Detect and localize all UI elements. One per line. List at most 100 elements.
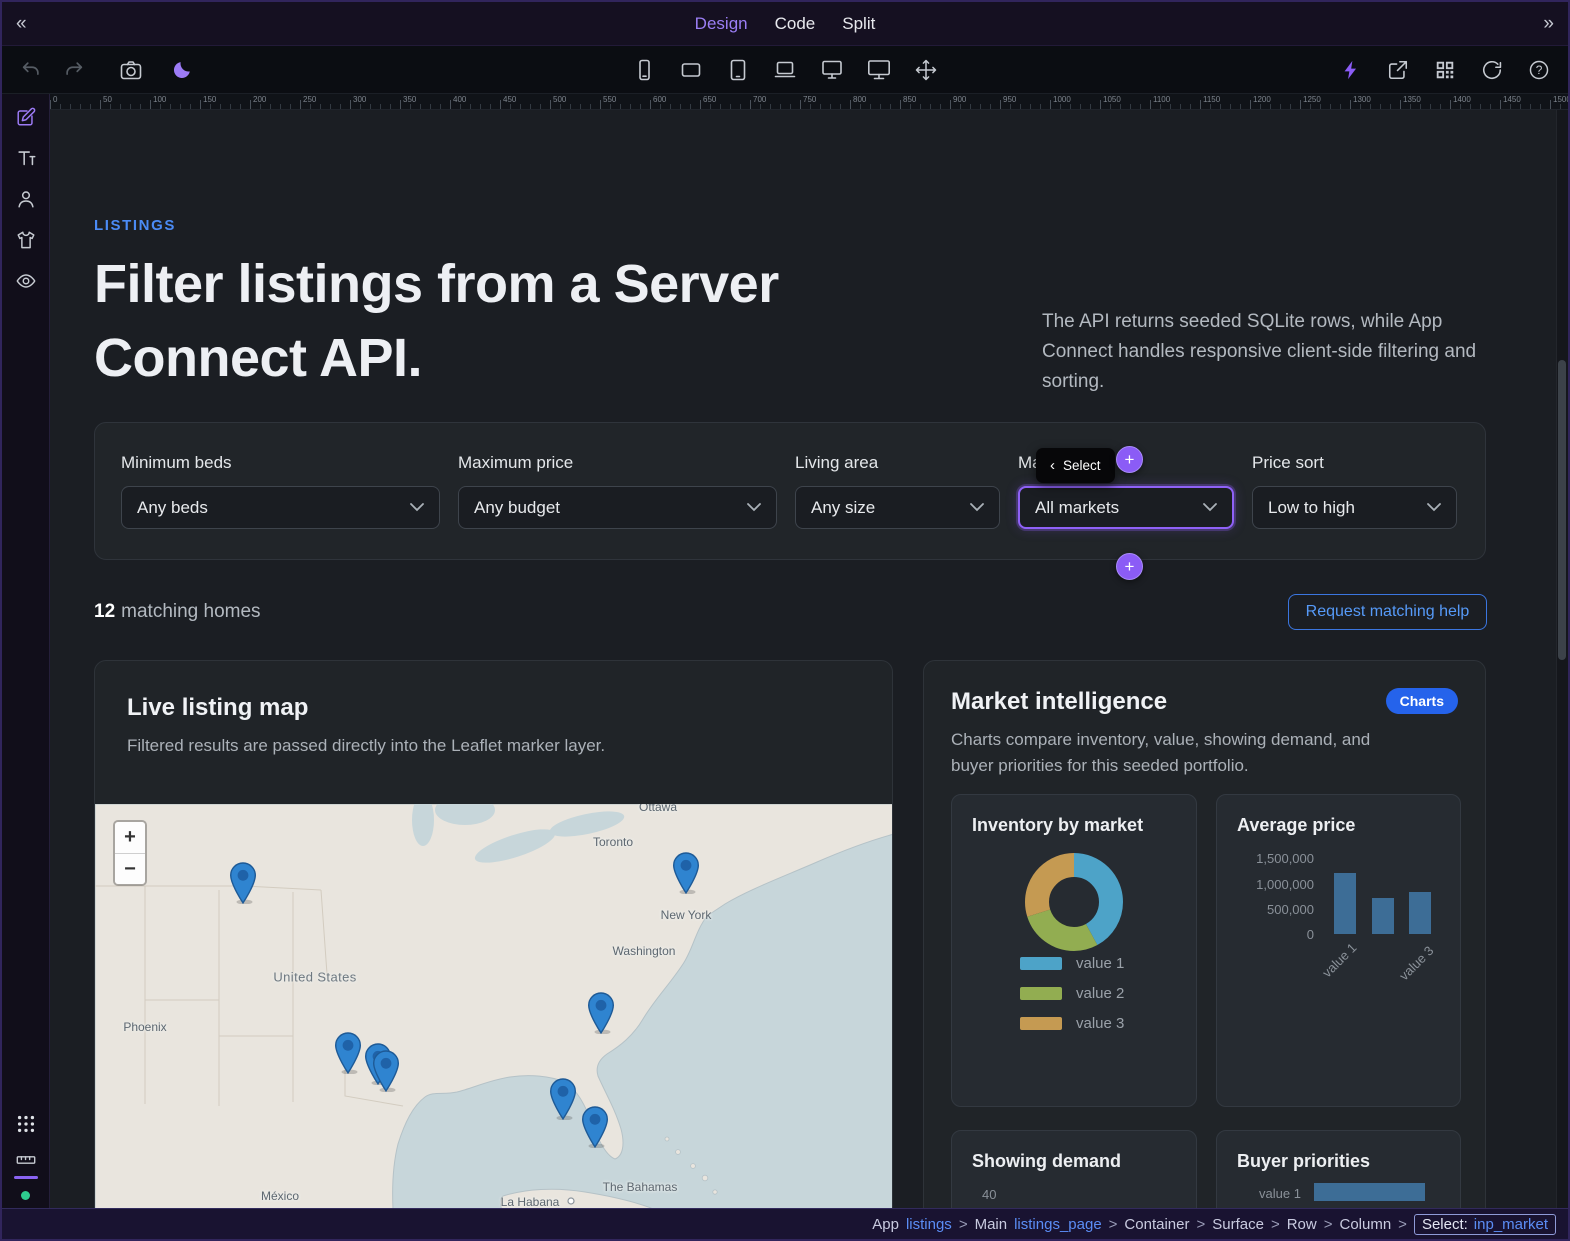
preview-button[interactable] <box>14 270 38 294</box>
edit-mode-button[interactable] <box>14 106 38 130</box>
actions-button[interactable] <box>1338 57 1364 83</box>
breadcrumb-segment: > <box>1271 1216 1280 1233</box>
screenshot-button[interactable] <box>118 57 144 83</box>
map-pin-icon <box>373 1050 400 1092</box>
chevron-down-icon <box>970 503 984 512</box>
map-marker[interactable] <box>582 1106 609 1153</box>
viewport-large-desktop-button[interactable] <box>866 57 892 83</box>
map-overlays: OttawaTorontoNew YorkWashingtonUnited St… <box>95 804 893 1208</box>
map-marker[interactable] <box>673 852 700 899</box>
apps-grid-button[interactable] <box>14 1113 38 1137</box>
open-in-browser-button[interactable] <box>1385 57 1411 83</box>
legend-label: value 3 <box>1076 1015 1124 1032</box>
scrollbar-thumb[interactable] <box>1558 360 1566 660</box>
map-place-label: México <box>261 1189 299 1203</box>
breadcrumb-segment: App <box>872 1216 899 1233</box>
viewport-phone-button[interactable] <box>631 57 657 83</box>
ruler-toggle-button[interactable] <box>14 1149 38 1173</box>
select-value: Any size <box>811 498 875 518</box>
legend-swatch <box>1020 987 1062 1000</box>
viewport-tablet-button[interactable] <box>725 57 751 83</box>
selected-element-badge[interactable]: Select: inp_market <box>1414 1214 1556 1235</box>
zoom-out-button[interactable]: − <box>115 853 145 884</box>
add-after-button[interactable]: + <box>1116 553 1143 580</box>
market-select[interactable]: All markets <box>1018 486 1234 529</box>
chart-title: Buyer priorities <box>1237 1151 1440 1172</box>
max-price-select[interactable]: Any budget <box>458 486 777 529</box>
map-place-label: New York <box>661 908 712 922</box>
map-marker[interactable] <box>335 1032 362 1079</box>
map-card-subtitle: Filtered results are passed directly int… <box>127 736 892 756</box>
map-marker[interactable] <box>550 1078 577 1125</box>
legend-item: value 2 <box>1020 985 1124 1002</box>
phone-icon <box>632 58 656 82</box>
breadcrumb-link[interactable]: listings_page <box>1014 1216 1102 1233</box>
viewport-responsive-button[interactable] <box>913 57 939 83</box>
breadcrumb-segment: Main <box>975 1216 1008 1233</box>
legend-item: value 3 <box>1020 1015 1124 1032</box>
element-tooltip: ‹ Select <box>1036 448 1115 483</box>
min-beds-select[interactable]: Any beds <box>121 486 440 529</box>
text-tool-button[interactable] <box>14 147 38 171</box>
price-sort-select[interactable]: Low to high <box>1252 486 1457 529</box>
chevron-down-icon <box>410 503 424 512</box>
breadcrumb-segment: > <box>1398 1216 1407 1233</box>
tab-code[interactable]: Code <box>775 14 816 34</box>
bindings-button[interactable] <box>14 188 38 212</box>
legend-item: value 1 <box>1020 955 1124 972</box>
ruler-number: 1400 <box>1450 95 1471 104</box>
map-marker[interactable] <box>588 992 615 1039</box>
add-before-button[interactable]: + <box>1116 446 1143 473</box>
breadcrumb-link[interactable]: listings <box>906 1216 952 1233</box>
select-value: All markets <box>1035 498 1119 518</box>
help-button[interactable]: ? <box>1526 57 1552 83</box>
chevron-down-icon <box>1427 503 1441 512</box>
bar <box>1334 873 1356 934</box>
mode-tabs: Design Code Split <box>695 14 876 34</box>
request-matching-help-button[interactable]: Request matching help <box>1288 594 1487 630</box>
refresh-icon <box>1481 59 1503 81</box>
y-axis-label: 500,000 <box>1244 902 1314 917</box>
viewport-phone-landscape-button[interactable] <box>678 57 704 83</box>
map-marker[interactable] <box>230 862 257 909</box>
horizontal-ruler: 0501001502002503003504004505005506006507… <box>50 94 1568 110</box>
map-marker[interactable] <box>373 1050 400 1097</box>
intel-card-subtitle: Charts compare inventory, value, showing… <box>951 727 1375 778</box>
plus-icon: + <box>1125 451 1135 468</box>
select-value: Any budget <box>474 498 560 518</box>
map-place-label: Toronto <box>593 835 633 849</box>
styles-button[interactable] <box>14 229 38 253</box>
tab-split[interactable]: Split <box>842 14 875 34</box>
lightning-icon <box>1340 59 1362 81</box>
design-canvas[interactable]: LISTINGS Filter listings from a Server C… <box>50 110 1568 1208</box>
map-pin-icon <box>335 1032 362 1074</box>
zoom-in-button[interactable]: + <box>115 822 145 853</box>
refresh-button[interactable] <box>1479 57 1505 83</box>
undo-button[interactable] <box>18 57 44 83</box>
leaflet-map[interactable]: OttawaTorontoNew YorkWashingtonUnited St… <box>95 804 893 1208</box>
ruler-number: 950 <box>1000 95 1016 104</box>
y-axis-label: 1,000,000 <box>1244 877 1314 892</box>
tab-design[interactable]: Design <box>695 14 748 34</box>
redo-button[interactable] <box>61 57 87 83</box>
results-label: matching homes <box>121 601 260 622</box>
viewport-desktop-button[interactable] <box>819 57 845 83</box>
collapse-right-button[interactable]: » <box>1543 14 1554 33</box>
ruler-number: 1000 <box>1050 95 1071 104</box>
design-toolbar: ? <box>2 46 1568 94</box>
ruler-labels: 0501001502002503003504004505005506006507… <box>50 94 1568 109</box>
shirt-icon <box>15 229 37 254</box>
left-toolbar <box>2 94 50 1208</box>
viewport-laptop-button[interactable] <box>772 57 798 83</box>
ruler-number: 1500 <box>1550 95 1568 104</box>
collapse-left-button[interactable]: « <box>16 14 27 33</box>
buyer-priorities-card: Buyer priorities value 1 <box>1216 1130 1461 1208</box>
ruler-number: 900 <box>950 95 966 104</box>
bar-chart: 1,500,0001,000,000500,0000value 1value 3 <box>1237 845 1442 1025</box>
qr-preview-button[interactable] <box>1432 57 1458 83</box>
living-area-select[interactable]: Any size <box>795 486 1000 529</box>
ruler-number: 800 <box>850 95 866 104</box>
y-axis-label: 0 <box>1244 927 1314 942</box>
dark-mode-button[interactable] <box>169 57 195 83</box>
live-listing-map-card: Live listing map Filtered results are pa… <box>94 660 893 1208</box>
